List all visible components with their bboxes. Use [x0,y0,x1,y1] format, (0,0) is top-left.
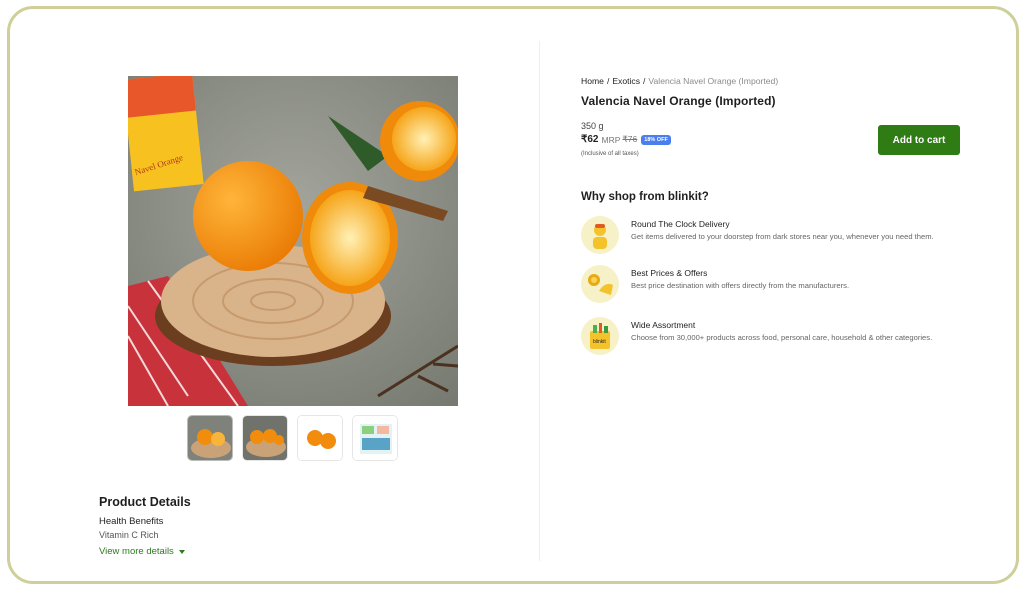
add-to-cart-button[interactable]: Add to cart [878,125,960,155]
feature-title: Round The Clock Delivery [631,219,730,229]
product-page: Navel Orange Product Details Health Bene… [90,41,978,561]
feature-offers: Best Prices & Offers Best price destinat… [581,265,961,303]
health-benefits-label: Health Benefits [99,516,164,527]
thumbnail-1[interactable] [187,415,233,461]
breadcrumb-separator: / [606,76,610,86]
feature-delivery: Round The Clock Delivery Get items deliv… [581,216,961,254]
breadcrumb-current: Valencia Navel Orange (Imported) [648,76,779,86]
breadcrumb-home[interactable]: Home [581,76,604,86]
price-row: ₹62 MRP ₹76 18% OFF [581,134,671,145]
product-info-column: Home / Exotics / Valencia Navel Orange (Impo… [581,41,978,561]
feature-description: Choose from 30,000+ products across food… [631,333,933,342]
view-more-details-link[interactable]: View more details [99,546,185,557]
feature-description: Best price destination with offers direc… [631,281,850,290]
feature-assortment: blinkit Wide Assortment Choose from 30,0… [581,317,961,355]
feature-description: Get items delivered to your doorstep fro… [631,232,934,241]
product-title: Valencia Navel Orange (Imported) [581,94,776,108]
bag-label: blinkit [593,339,606,345]
mrp-label: MRP [601,134,621,145]
window-frame: Navel Orange Product Details Health Bene… [7,6,1019,584]
discount-badge: 18% OFF [641,134,671,145]
selling-price: ₹62 [581,134,599,145]
feature-title: Wide Assortment [631,320,696,330]
health-benefits-value: Vitamin C Rich [99,530,159,540]
why-shop-title: Why shop from blinkit? [581,191,709,203]
thumbnail-strip [187,415,398,461]
column-divider [539,41,540,561]
offers-icon [581,265,619,303]
assortment-icon: blinkit [581,317,619,355]
thumbnail-3[interactable] [297,415,343,461]
thumbnail-4[interactable] [352,415,398,461]
product-gallery-column: Navel Orange Product Details Health Bene… [90,41,540,561]
delivery-icon [581,216,619,254]
product-weight: 350 g [581,121,604,131]
product-hero-image: Navel Orange [128,76,458,406]
breadcrumb-exotics[interactable]: Exotics [612,76,640,86]
feature-title: Best Prices & Offers [631,268,708,278]
tax-note: (Inclusive of all taxes) [581,151,639,157]
thumbnail-2[interactable] [242,415,288,461]
mrp-price: ₹76 [622,134,638,144]
caret-down-icon [178,549,185,554]
breadcrumb: Home / Exotics / Valencia Navel Orange (Impo… [581,76,778,86]
view-more-label: View more details [99,546,174,557]
product-details-title: Product Details [99,495,191,509]
breadcrumb-separator: / [643,76,646,86]
